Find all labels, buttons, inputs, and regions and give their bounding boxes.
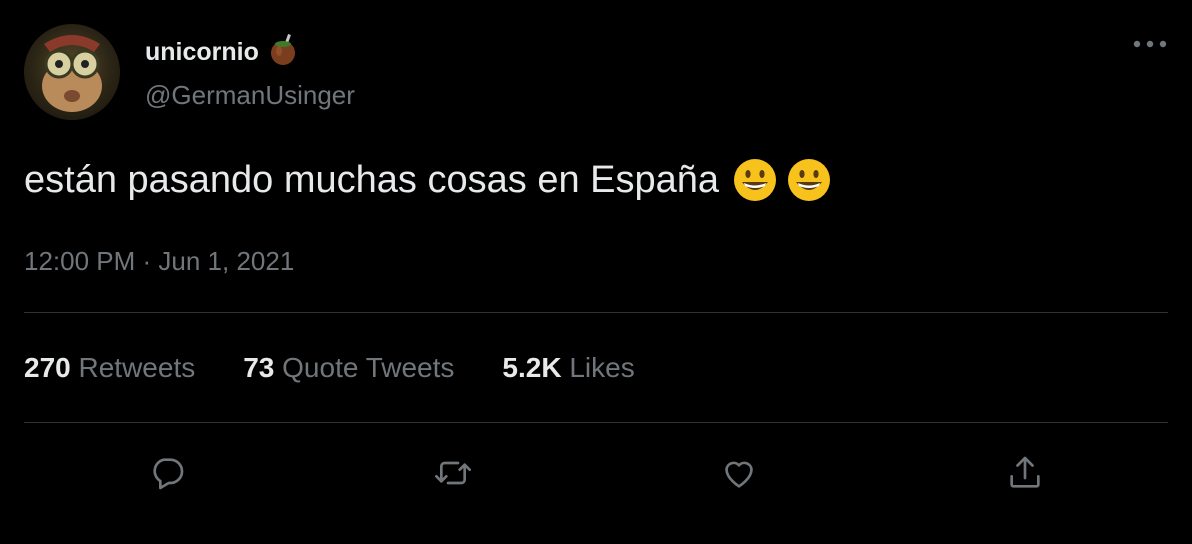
tweet-body: están pasando muchas cosas en España — [24, 158, 831, 202]
avatar[interactable] — [24, 24, 120, 120]
tweet-timestamp[interactable]: 12:00 PM · Jun 1, 2021 — [24, 246, 294, 277]
like-button[interactable] — [712, 446, 766, 500]
engagement-stats: 270 Retweets 73 Quote Tweets 5.2K Likes — [24, 352, 635, 384]
reply-button[interactable] — [140, 446, 194, 500]
avatar-image — [42, 35, 102, 112]
quote-tweets-stat[interactable]: 73 Quote Tweets — [243, 352, 454, 384]
divider — [24, 312, 1168, 313]
retweets-stat[interactable]: 270 Retweets — [24, 352, 195, 384]
retweet-button[interactable] — [426, 446, 480, 500]
share-button[interactable] — [998, 446, 1052, 500]
reply-icon — [153, 458, 184, 490]
quote-tweets-label: Quote Tweets — [282, 352, 455, 383]
retweet-icon — [435, 461, 471, 485]
grinning-face-icon — [734, 159, 777, 201]
retweets-label: Retweets — [78, 352, 196, 383]
tweet-text: están pasando muchas cosas en España — [24, 158, 720, 201]
more-options-icon[interactable] — [1130, 30, 1170, 58]
quote-tweets-count: 73 — [243, 352, 275, 383]
mate-gourd-icon — [269, 34, 299, 71]
likes-count: 5.2K — [502, 352, 562, 383]
display-name[interactable]: unicornio — [145, 38, 259, 67]
action-bar — [0, 446, 1192, 500]
grinning-face-icon — [788, 159, 831, 201]
like-icon — [725, 461, 753, 488]
retweets-count: 270 — [24, 352, 71, 383]
likes-label: Likes — [569, 352, 635, 383]
user-handle[interactable]: @GermanUsinger — [145, 80, 355, 111]
share-icon — [1010, 456, 1040, 488]
likes-stat[interactable]: 5.2K Likes — [502, 352, 634, 384]
divider — [24, 422, 1168, 423]
